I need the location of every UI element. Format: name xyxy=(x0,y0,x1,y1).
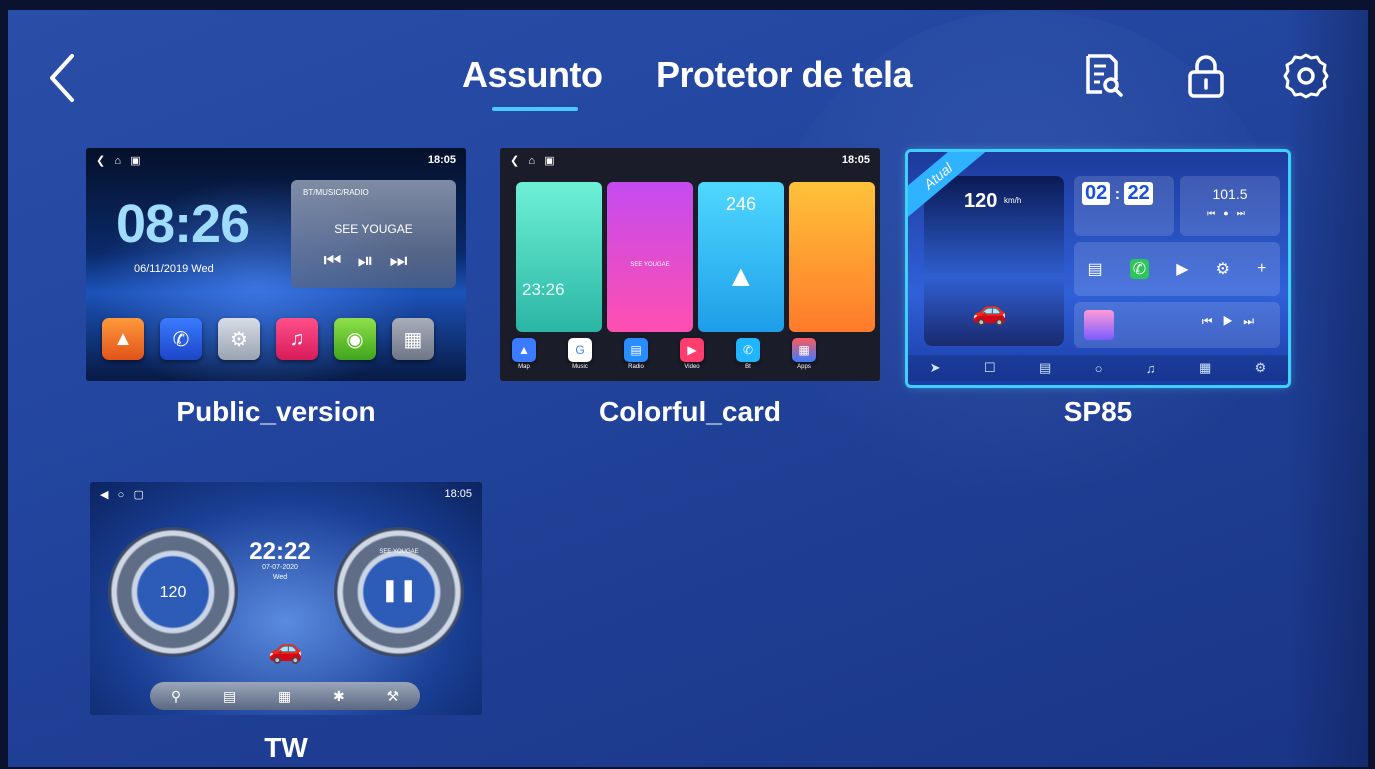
tab-assunto[interactable]: Assunto xyxy=(462,54,603,96)
preview-status-time: 18:05 xyxy=(427,154,456,166)
location-icon: ⚲ xyxy=(170,687,182,704)
preview-dock: ▲ Map G Music ▤ Radio ▶ Video ✆ Bt ▦ Apps xyxy=(512,338,816,370)
preview-speed: 120 xyxy=(964,190,998,212)
apps-grid-icon: ▦ xyxy=(392,318,434,360)
radio-app-icon: ◉ xyxy=(334,318,376,360)
clock-hours: 02 xyxy=(1082,182,1111,205)
preview-speed: 246 xyxy=(725,194,757,214)
dock-item: ✆ Bt xyxy=(736,338,760,370)
gear-icon[interactable] xyxy=(1278,48,1334,104)
music-app-icon: ♫ xyxy=(276,318,318,360)
preview-song: SEE YOUGAE xyxy=(630,262,670,268)
preview-speed: 120 xyxy=(159,584,187,601)
dock-item: ▤ Radio xyxy=(624,338,648,370)
music-source: BT/MUSIC/RADIO xyxy=(303,188,369,197)
preview-app-row: ▲ ✆ ⚙ ♫ ◉ ▦ xyxy=(102,318,434,360)
lock-icon[interactable] xyxy=(1178,48,1234,104)
clock-card: 23:26 xyxy=(516,182,602,332)
preview-music-widget: BT/MUSIC/RADIO SEE YOUGAE ⏮⏯⏭ xyxy=(291,180,456,288)
pause-icon: ❚❚ xyxy=(380,577,418,602)
home-icon: ○ xyxy=(1094,360,1103,376)
apps-icon: ▦ xyxy=(1198,360,1212,375)
theme-card-public-version[interactable]: ❮ ⌂ ▣ 18:05 08:26 06/11/2019 Wed BT/MUSI… xyxy=(86,148,466,381)
speed-unit: km/h xyxy=(1004,196,1022,205)
navigation-app-icon: ▲ xyxy=(102,318,144,360)
back-arrow-icon[interactable] xyxy=(44,50,80,106)
clock-widget: 02 : 22 xyxy=(1074,176,1174,236)
settings-icon: ⚙ xyxy=(1254,360,1267,375)
media-controls-icon: ⏮▶⏭ xyxy=(1201,314,1264,328)
bluetooth-phone-icon: ✆ xyxy=(736,338,760,362)
theme-name: SP85 xyxy=(1063,396,1133,427)
document-search-icon[interactable] xyxy=(1074,48,1130,104)
preview-status-bar: ❮ ⌂ ▣ 18:05 xyxy=(96,154,456,167)
radio-icon: ▤ xyxy=(1038,360,1052,375)
theme-card-colorful-card[interactable]: ❮ ⌂ ▣ 18:05 23:26 SEE YOUGAE 246 ▲ ▲ Map … xyxy=(500,148,880,381)
music-song: SEE YOUGAE xyxy=(334,222,413,236)
media-widget: ⏮▶⏭ xyxy=(1074,302,1280,348)
radio-controls-icon: ⏮●⏭ xyxy=(1207,208,1253,218)
settings-app-icon: ⚙ xyxy=(1215,261,1231,278)
theme-settings-screen: Assunto Protetor de tela ❮ ⌂ ▣ 18:05 08:… xyxy=(8,10,1368,767)
preview-date: 06/11/2019 Wed xyxy=(134,263,214,275)
radio-frequency: 101.5 xyxy=(1212,186,1248,202)
active-tab-indicator xyxy=(492,107,578,111)
tab-protetor-de-tela[interactable]: Protetor de tela xyxy=(656,54,913,96)
video-icon: ▶ xyxy=(680,338,704,362)
music-icon: G xyxy=(568,338,592,362)
radio-card xyxy=(789,182,875,332)
preview-status-bar: ❮ ⌂ ▣ 18:05 xyxy=(510,154,870,167)
preview-status-bar: ◀ ○ ▢ 18:05 xyxy=(100,488,472,501)
settings-app-icon: ⚙ xyxy=(218,318,260,360)
preview-status-time: 18:05 xyxy=(841,154,870,166)
dock-item: ▦ Apps xyxy=(792,338,816,370)
theme-name: Colorful_card xyxy=(598,396,782,427)
navigation-arrow-icon: ▲ xyxy=(726,260,756,293)
music-card: SEE YOUGAE xyxy=(607,182,693,332)
screen-shadow xyxy=(1288,10,1368,767)
bluetooth-icon: ☐ xyxy=(983,360,996,375)
radio-app-icon: ▤ xyxy=(1087,261,1103,278)
car-icon: 🚗 xyxy=(972,295,1007,326)
navigation-card: 246 ▲ xyxy=(698,182,784,332)
clock-minutes: 22 xyxy=(1124,182,1153,205)
bluetooth-icon: ✱ xyxy=(332,687,345,704)
apps-icon: ▦ xyxy=(277,687,292,704)
map-icon: ▲ xyxy=(512,338,536,362)
preview-song: SEE YOUGAE xyxy=(379,549,419,555)
apps-widget: ▤ ✆ ▶ ⚙ + xyxy=(1074,242,1280,296)
music-controls-icon: ⏮⏯⏭ xyxy=(323,250,424,272)
dock-item: ▲ Map xyxy=(512,338,536,370)
theme-name: Public_version xyxy=(176,396,376,427)
radio-icon: ▤ xyxy=(624,338,648,362)
theme-card-sp85[interactable]: 120 km/h 🚗 02 : 22 101.5 ⏮●⏭ ▤ ✆ ▶ ⚙ + ⏮… xyxy=(905,149,1291,388)
music-icon: ♫ xyxy=(1145,360,1156,376)
preview-clock: 08:26 xyxy=(116,194,250,254)
music-dial: SEE YOUGAE ❚❚ xyxy=(334,527,464,657)
navigation-icon: ➤ xyxy=(929,360,941,375)
preview-dock: ➤ ☐ ▤ ○ ♫ ▦ ⚙ xyxy=(908,355,1288,381)
radio-icon: ▤ xyxy=(222,687,237,704)
preview-clock: 23:26 xyxy=(522,280,565,299)
car-icon: 🚗 xyxy=(268,633,303,664)
speed-widget: 120 km/h 🚗 xyxy=(924,176,1064,346)
add-app-icon: + xyxy=(1257,260,1267,277)
apps-icon: ▦ xyxy=(792,338,816,362)
video-app-icon: ▶ xyxy=(1176,261,1189,278)
tools-icon: ⚒ xyxy=(386,687,400,704)
dock-item: G Music xyxy=(568,338,592,370)
album-art xyxy=(1084,310,1114,340)
theme-name: TW xyxy=(264,732,308,763)
phone-app-icon: ✆ xyxy=(1129,259,1150,279)
phone-app-icon: ✆ xyxy=(160,318,202,360)
preview-status-time: 18:05 xyxy=(444,488,472,500)
preview-dock: ⚲ ▤ ▦ ✱ ⚒ xyxy=(150,682,420,710)
radio-widget: 101.5 ⏮●⏭ xyxy=(1180,176,1280,236)
theme-card-tw[interactable]: ◀ ○ ▢ 18:05 120 22:22 07-07-2020 Wed SEE… xyxy=(90,482,482,715)
dock-item: ▶ Video xyxy=(680,338,704,370)
